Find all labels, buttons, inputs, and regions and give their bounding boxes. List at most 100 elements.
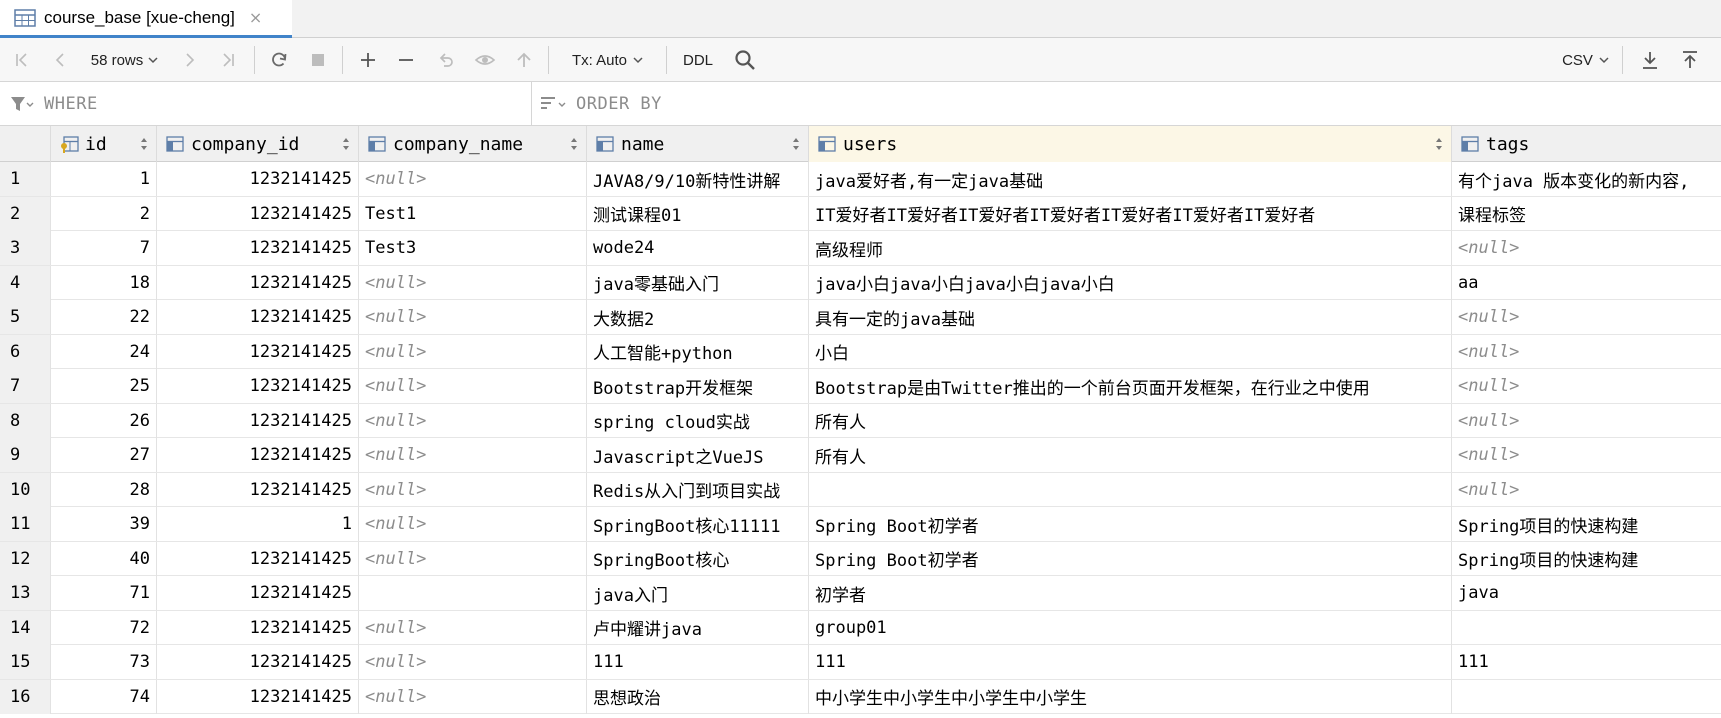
cell-id[interactable]: 28	[51, 472, 157, 507]
cell-tags[interactable]: Spring项目的快速构建	[1452, 507, 1721, 541]
close-icon[interactable]: ×	[249, 8, 262, 27]
cell-tags[interactable]: <null>	[1452, 300, 1721, 334]
tab-course-base[interactable]: course_base [xue-cheng] ×	[0, 0, 292, 38]
cell-name[interactable]: Javascript之VueJS	[587, 438, 809, 472]
cell-company-name[interactable]: <null>	[359, 162, 587, 196]
table-row[interactable]: 4 18 1232141425 <null> java零基础入门 java小白java小白…	[0, 265, 1721, 300]
cell-tags[interactable]: java	[1452, 576, 1721, 610]
cell-company-id[interactable]: 1232141425	[157, 403, 359, 438]
cell-company-id[interactable]: 1232141425	[157, 369, 359, 403]
cell-tags[interactable]: 有个java 版本变化的新内容,	[1452, 162, 1721, 196]
cell-users[interactable]: 所有人	[809, 438, 1452, 472]
preview-changes-button[interactable]	[470, 38, 500, 82]
cell-name[interactable]: SpringBoot核心11111	[587, 507, 809, 541]
cell-company-id[interactable]: 1232141425	[157, 196, 359, 231]
search-button[interactable]	[730, 38, 760, 82]
cell-company-name[interactable]: <null>	[359, 645, 587, 679]
cell-company-name[interactable]: <null>	[359, 334, 587, 369]
cell-users[interactable]: 中小学生中小学生中小学生中小学生	[809, 679, 1452, 714]
delete-row-button[interactable]	[392, 38, 420, 82]
cell-name[interactable]: SpringBoot核心	[587, 541, 809, 576]
cell-id[interactable]: 73	[51, 645, 157, 679]
cell-name[interactable]: JAVA8/9/10新特性讲解	[587, 162, 809, 196]
cell-company-id[interactable]: 1232141425	[157, 610, 359, 645]
table-row[interactable]: 2 2 1232141425 Test1 测试课程01 IT爱好者IT爱好者IT爱好者IT…	[0, 196, 1721, 231]
cell-users[interactable]: 初学者	[809, 576, 1452, 610]
cell-tags[interactable]: <null>	[1452, 369, 1721, 403]
cell-company-name[interactable]: <null>	[359, 472, 587, 507]
cell-users[interactable]: group01	[809, 610, 1452, 645]
cell-name[interactable]: Bootstrap开发框架	[587, 369, 809, 403]
cell-tags[interactable]: Spring项目的快速构建	[1452, 542, 1721, 576]
cell-tags[interactable]: <null>	[1452, 473, 1721, 507]
cell-id[interactable]: 39	[51, 507, 157, 541]
cell-id[interactable]: 24	[51, 334, 157, 369]
cell-tags[interactable]: <null>	[1452, 231, 1721, 265]
cell-id[interactable]: 18	[51, 265, 157, 300]
cell-users[interactable]: Bootstrap是由Twitter推出的一个前台页面开发框架，在行业之中使用	[809, 369, 1452, 403]
table-row[interactable]: 5 22 1232141425 <null> 大数据2 具有一定的java基础 <null>	[0, 300, 1721, 335]
cell-name[interactable]: Redis从入门到项目实战	[587, 472, 809, 507]
cell-users[interactable]	[809, 472, 1452, 507]
cell-users[interactable]: 高级程师	[809, 231, 1452, 265]
cell-company-id[interactable]: 1232141425	[157, 231, 359, 265]
column-header-users[interactable]: users	[809, 126, 1452, 162]
table-row[interactable]: 11 39 1 <null> SpringBoot核心11111 Spring Boot初…	[0, 507, 1721, 542]
column-header-tags[interactable]: tags	[1452, 126, 1721, 162]
revert-button[interactable]	[432, 38, 460, 82]
cell-tags[interactable]: <null>	[1452, 404, 1721, 438]
ddl-button[interactable]: DDL	[678, 38, 718, 82]
rows-selector[interactable]: 58 rows	[82, 38, 168, 82]
cell-name[interactable]: 大数据2	[587, 300, 809, 334]
cell-company-name[interactable]: <null>	[359, 369, 587, 403]
cell-name[interactable]: 人工智能+python	[587, 334, 809, 369]
cell-tags[interactable]: aa	[1452, 266, 1721, 300]
cell-company-id[interactable]: 1232141425	[157, 645, 359, 679]
cell-name[interactable]: java零基础入门	[587, 265, 809, 300]
cell-company-name[interactable]: <null>	[359, 679, 587, 714]
table-row[interactable]: 3 7 1232141425 Test3 wode24 高级程师 <null>	[0, 231, 1721, 266]
cell-company-id[interactable]: 1232141425	[157, 472, 359, 507]
cell-id[interactable]: 7	[51, 231, 157, 265]
add-row-button[interactable]	[354, 38, 382, 82]
cell-id[interactable]: 2	[51, 196, 157, 231]
cell-company-id[interactable]: 1232141425	[157, 541, 359, 576]
cell-id[interactable]: 74	[51, 679, 157, 714]
cell-company-name[interactable]: <null>	[359, 300, 587, 334]
column-header-company-name[interactable]: company_name	[359, 126, 587, 162]
cell-users[interactable]: java小白java小白java小白java小白	[809, 265, 1452, 300]
cell-company-id[interactable]: 1	[157, 507, 359, 541]
cell-tags[interactable]: 课程标签	[1452, 197, 1721, 231]
cell-name[interactable]: 111	[587, 645, 809, 679]
table-row[interactable]: 15 73 1232141425 <null> 111 111 111	[0, 645, 1721, 680]
cell-company-name[interactable]: <null>	[359, 403, 587, 438]
cell-users[interactable]: 小白	[809, 334, 1452, 369]
cell-id[interactable]: 71	[51, 576, 157, 610]
cell-id[interactable]: 72	[51, 610, 157, 645]
table-row[interactable]: 7 25 1232141425 <null> Bootstrap开发框架 Bootstra…	[0, 369, 1721, 404]
cell-id[interactable]: 40	[51, 541, 157, 576]
cell-company-id[interactable]: 1232141425	[157, 265, 359, 300]
cell-company-id[interactable]: 1232141425	[157, 162, 359, 196]
cell-company-name[interactable]: <null>	[359, 438, 587, 472]
first-page-button[interactable]	[8, 38, 36, 82]
column-header-id[interactable]: id	[51, 126, 157, 162]
cell-tags[interactable]: <null>	[1452, 438, 1721, 472]
cell-company-name[interactable]: Test1	[359, 196, 587, 231]
cell-company-id[interactable]: 1232141425	[157, 334, 359, 369]
export-format-selector[interactable]: CSV	[1558, 38, 1614, 82]
cell-tags[interactable]: <null>	[1452, 335, 1721, 369]
cell-name[interactable]: spring cloud实战	[587, 403, 809, 438]
table-row[interactable]: 14 72 1232141425 <null> 卢中耀讲java group01	[0, 610, 1721, 645]
table-row[interactable]: 12 40 1232141425 <null> SpringBoot核心 Spring B…	[0, 541, 1721, 576]
cell-company-id[interactable]: 1232141425	[157, 438, 359, 472]
cell-users[interactable]: 具有一定的java基础	[809, 300, 1452, 334]
cell-tags[interactable]	[1452, 680, 1721, 714]
last-page-button[interactable]	[214, 38, 242, 82]
cell-id[interactable]: 27	[51, 438, 157, 472]
table-row[interactable]: 9 27 1232141425 <null> Javascript之VueJS 所有人 <n…	[0, 438, 1721, 473]
cell-users[interactable]: java爱好者,有一定java基础	[809, 162, 1452, 196]
cell-users[interactable]: 111	[809, 645, 1452, 679]
table-row[interactable]: 16 74 1232141425 <null> 思想政治 中小学生中小学生中小学生中小学生	[0, 679, 1721, 714]
table-row[interactable]: 10 28 1232141425 <null> Redis从入门到项目实战 <null>	[0, 472, 1721, 507]
